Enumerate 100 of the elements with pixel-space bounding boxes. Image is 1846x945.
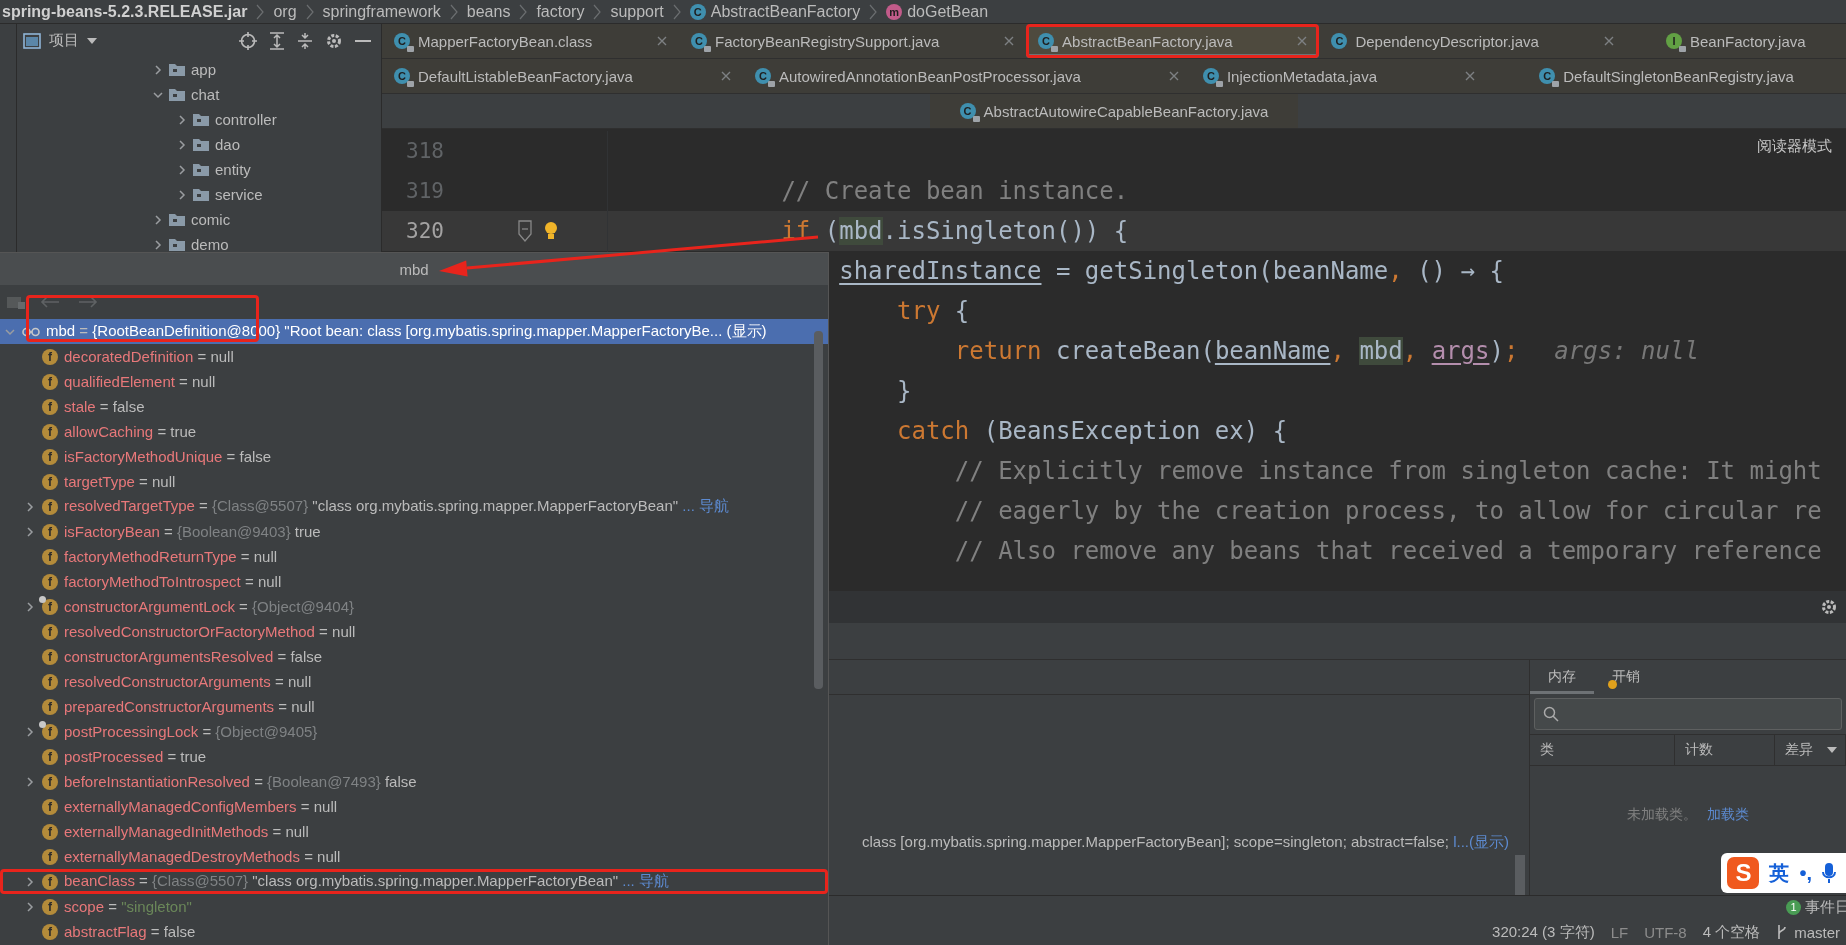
- scrollbar-thumb[interactable]: [1515, 855, 1525, 895]
- chevron-right-icon[interactable]: [25, 501, 35, 512]
- chevron-right-icon[interactable]: [25, 901, 35, 912]
- expand-all-icon[interactable]: [269, 31, 285, 50]
- breadcrumb-item[interactable]: support: [610, 2, 664, 21]
- panel-tab[interactable]: 内存: [1530, 668, 1594, 694]
- variable-row[interactable]: f targetType = null: [0, 469, 828, 494]
- punctuation-mode[interactable]: •,: [1799, 861, 1812, 885]
- panel-title[interactable]: 项目: [49, 31, 79, 50]
- status-item[interactable]: 4 个空格: [1702, 922, 1761, 942]
- variable-row[interactable]: f beforeInstantiationResolved = {Boolean@7493} false: [0, 769, 828, 794]
- search-field[interactable]: [1534, 698, 1842, 730]
- close-icon[interactable]: [1004, 36, 1015, 46]
- navigate-link[interactable]: ... 导航: [622, 872, 669, 889]
- tree-item[interactable]: dao: [215, 136, 241, 153]
- variable-row[interactable]: f scope = "singleton": [0, 894, 828, 919]
- file-tab[interactable]: I BeanFactory.java: [1625, 24, 1846, 58]
- variable-row[interactable]: f qualifiedElement = null: [0, 369, 828, 394]
- navigate-link[interactable]: ... 导航: [682, 497, 729, 514]
- tree-item[interactable]: demo: [191, 236, 229, 253]
- breadcrumb-item[interactable]: org: [273, 2, 297, 21]
- close-icon[interactable]: [657, 36, 667, 46]
- file-tab[interactable]: C DefaultSingletonBeanRegistry.java: [1487, 59, 1846, 93]
- chevron-right-icon[interactable]: [177, 164, 187, 175]
- tree-item[interactable]: service: [215, 186, 263, 203]
- lightbulb-icon[interactable]: [544, 221, 558, 241]
- file-tab[interactable]: C AutowiredAnnotationBeanPostProcessor.java: [742, 59, 1191, 93]
- sort-caret-icon[interactable]: [1827, 747, 1837, 753]
- chevron-right-icon[interactable]: [25, 726, 35, 737]
- variable-row[interactable]: f externallyManagedDestroyMethods = null: [0, 844, 828, 869]
- tree-item[interactable]: entity: [215, 161, 251, 178]
- column-header[interactable]: 差异: [1785, 741, 1813, 759]
- variable-row[interactable]: f beanClass = {Class@5507} "class org.mybatis.spring.mapper.MapperFactoryBean" ... 导航: [0, 869, 828, 894]
- variable-row[interactable]: f resolvedConstructorArguments = null: [0, 669, 828, 694]
- chevron-right-icon[interactable]: [25, 526, 35, 537]
- microphone-icon[interactable]: [1822, 862, 1836, 884]
- variable-row[interactable]: f factoryMethodReturnType = null: [0, 544, 828, 569]
- chevron-right-icon[interactable]: [25, 601, 35, 612]
- tree-item[interactable]: controller: [215, 111, 277, 128]
- load-classes-link[interactable]: 加载类: [1707, 806, 1749, 824]
- fold-icon[interactable]: [518, 220, 532, 242]
- variable-row[interactable]: f isFactoryMethodUnique = false: [0, 444, 828, 469]
- chevron-right-icon[interactable]: [177, 139, 187, 150]
- settings-icon[interactable]: [325, 31, 343, 50]
- variable-row[interactable]: f decoratedDefinition = null: [0, 344, 828, 369]
- chevron-right-icon[interactable]: [25, 776, 35, 787]
- variable-row[interactable]: f postProcessed = true: [0, 744, 828, 769]
- chevron-right-icon[interactable]: [153, 214, 163, 225]
- variable-row[interactable]: f resolvedConstructorOrFactoryMethod = null: [0, 619, 828, 644]
- variable-row[interactable]: f resolvedTargetType = {Class@5507} "class org.mybatis.spring.mapper.MapperFactoryBean" ... 导航: [0, 494, 828, 519]
- tree-item[interactable]: app: [191, 61, 217, 78]
- variable-row[interactable]: f externallyManagedInitMethods = null: [0, 819, 828, 844]
- chevron-right-icon[interactable]: [177, 189, 187, 200]
- variable-row[interactable]: f abstractFlag = false: [0, 919, 828, 944]
- variable-row[interactable]: f preparedConstructorArguments = null: [0, 694, 828, 719]
- file-tab[interactable]: C FactoryBeanRegistrySupport.java: [679, 24, 1027, 58]
- chevron-down-icon[interactable]: [153, 89, 163, 100]
- tree-item[interactable]: chat: [191, 86, 220, 103]
- file-tab[interactable]: C InjectionMetadata.java: [1190, 59, 1488, 93]
- close-icon[interactable]: [720, 71, 731, 81]
- breadcrumb-item[interactable]: doGetBean: [907, 2, 989, 21]
- chevron-right-icon[interactable]: [153, 64, 163, 75]
- ime-logo[interactable]: S: [1727, 857, 1760, 889]
- variable-row[interactable]: f stale = false: [0, 394, 828, 419]
- close-icon[interactable]: [1168, 71, 1179, 81]
- navigate-link[interactable]: (显示): [726, 322, 767, 339]
- column-header[interactable]: 计数: [1685, 741, 1713, 759]
- column-header[interactable]: 类: [1540, 741, 1554, 759]
- breadcrumb-item[interactable]: AbstractBeanFactory: [710, 2, 861, 21]
- close-icon[interactable]: [1465, 71, 1476, 81]
- breadcrumb-item[interactable]: factory: [536, 2, 585, 21]
- variable-row[interactable]: f constructorArgumentsResolved = false: [0, 644, 828, 669]
- variable-row[interactable]: f allowCaching = true: [0, 419, 828, 444]
- file-tab[interactable]: C AbstractAutowireCapableBeanFactory.java: [929, 94, 1299, 128]
- file-tab[interactable]: C MapperFactoryBean.class: [382, 24, 679, 58]
- breadcrumb-item[interactable]: beans: [466, 2, 511, 21]
- scrollbar-thumb[interactable]: [814, 331, 823, 689]
- close-icon[interactable]: [1603, 36, 1614, 46]
- status-item[interactable]: LF: [1610, 923, 1629, 941]
- crosshair-icon[interactable]: [239, 31, 257, 50]
- collapse-all-icon[interactable]: [297, 31, 313, 50]
- chevron-right-icon[interactable]: [177, 114, 187, 125]
- reader-mode-link[interactable]: 阅读器模式: [1757, 137, 1832, 156]
- breadcrumb-item[interactable]: springframework: [322, 2, 441, 21]
- file-tab[interactable]: C AbstractBeanFactory.java: [1026, 24, 1320, 58]
- breadcrumb-item[interactable]: spring-beans-5.2.3.RELEASE.jar: [2, 2, 248, 21]
- file-tab[interactable]: C DefaultListableBeanFactory.java: [382, 59, 743, 93]
- tree-item[interactable]: comic: [191, 211, 231, 228]
- branch-name[interactable]: master: [1794, 923, 1840, 941]
- variable-row[interactable]: f isFactoryBean = {Boolean@9403} true: [0, 519, 828, 544]
- file-tab[interactable]: C DependencyDescriptor.java: [1319, 24, 1626, 58]
- chevron-right-icon[interactable]: [153, 239, 163, 250]
- variable-row[interactable]: f postProcessingLock = {Object@9405}: [0, 719, 828, 744]
- variable-row[interactable]: f externallyManagedConfigMembers = null: [0, 794, 828, 819]
- status-item[interactable]: 320:24 (3 字符): [1492, 922, 1595, 942]
- caret-icon[interactable]: [87, 37, 97, 44]
- settings-icon[interactable]: [1820, 598, 1838, 616]
- variable-row[interactable]: f factoryMethodToIntrospect = null: [0, 569, 828, 594]
- close-icon[interactable]: [1297, 36, 1308, 46]
- status-item[interactable]: UTF-8: [1644, 923, 1687, 941]
